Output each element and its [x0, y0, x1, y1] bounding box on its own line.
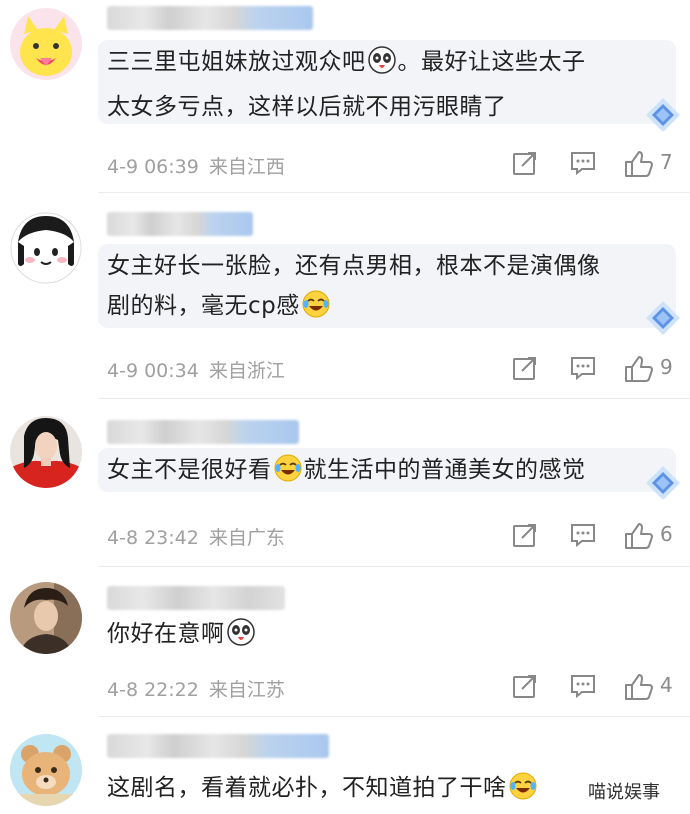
share-icon[interactable]: [512, 673, 538, 699]
diamond-badge-icon: [644, 464, 682, 506]
comment-text-line2: 太女多亏点，这样以后就不用污眼睛了: [107, 94, 507, 120]
diamond-badge-icon: [644, 299, 682, 341]
divider: [98, 192, 690, 193]
comment-location: 来自广东: [208, 527, 285, 549]
comment-date: 4-8 23:42: [107, 527, 199, 549]
like-count: 6: [660, 522, 673, 546]
comment-text-line2: 剧的料，毫无cp感: [107, 293, 300, 319]
comment-date: 4-9 06:39: [107, 156, 199, 178]
laugh-cry-emoji-icon: [274, 454, 302, 495]
comment-actions: 6: [508, 522, 684, 550]
reply-icon[interactable]: [570, 150, 596, 176]
comment-location: 来自江西: [208, 156, 285, 178]
username-blurred[interactable]: [107, 586, 285, 610]
username-blurred[interactable]: [107, 420, 299, 444]
like-icon[interactable]: [624, 522, 654, 550]
comment-date: 4-8 22:22: [107, 679, 199, 701]
like-count: 9: [660, 355, 673, 379]
like-icon[interactable]: [624, 673, 654, 701]
comment-text: 女主好长一张脸，还有点男相，根本不是演偶像 剧的料，毫无cp感: [107, 246, 601, 331]
laugh-cry-emoji-icon: [509, 772, 537, 813]
comment-location: 来自江苏: [208, 679, 285, 701]
divider: [98, 716, 690, 717]
avatar[interactable]: [10, 8, 82, 80]
like-icon[interactable]: [624, 355, 654, 383]
username-blurred[interactable]: [107, 212, 253, 236]
avatar[interactable]: [10, 582, 82, 654]
comment-text: 三三里屯姐妹放过观众吧 。最好让这些太子 太女多亏点，这样以后就不用污眼睛了: [107, 42, 586, 127]
panda-emoji-icon: [226, 618, 255, 659]
comment-text-line1: 女主好长一张脸，还有点男相，根本不是演偶像: [107, 253, 601, 279]
panda-emoji-icon: [367, 46, 396, 87]
avatar[interactable]: [10, 212, 82, 284]
share-icon[interactable]: [512, 522, 538, 548]
username-blurred[interactable]: [107, 6, 313, 30]
like-count: 4: [660, 673, 673, 697]
comment-meta: 4-9 00:34 来自浙江: [107, 356, 285, 383]
comment-text-line1: 这剧名，看着就必扑，不知道拍了干啥: [107, 775, 507, 801]
comment-text: 这剧名，看着就必扑，不知道拍了干啥: [107, 768, 539, 813]
like-icon[interactable]: [624, 150, 654, 178]
divider: [98, 566, 690, 567]
comment-actions: 7: [508, 150, 684, 178]
reply-icon[interactable]: [570, 673, 596, 699]
reply-icon[interactable]: [570, 522, 596, 548]
comment-location: 来自浙江: [208, 360, 285, 382]
comment-text-line1b: 。最好让这些太子: [397, 49, 586, 75]
like-count: 7: [660, 150, 673, 174]
diamond-badge-icon: [644, 96, 682, 138]
avatar[interactable]: [10, 734, 82, 806]
watermark: 喵说娱事: [588, 782, 660, 803]
reply-icon[interactable]: [570, 355, 596, 381]
comment-text-line1: 三三里屯姐妹放过观众吧: [107, 49, 366, 75]
comment-meta: 4-8 23:42 来自广东: [107, 523, 285, 550]
comment-date: 4-9 00:34: [107, 360, 199, 382]
comment-text-line1: 女主不是很好看: [107, 457, 272, 483]
comment-meta: 4-8 22:22 来自江苏: [107, 675, 285, 702]
share-icon[interactable]: [512, 355, 538, 381]
comment-text: 女主不是很好看 就生活中的普通美女的感觉: [107, 450, 586, 495]
divider: [98, 398, 690, 399]
avatar[interactable]: [10, 416, 82, 488]
comment-actions: 4: [508, 673, 684, 701]
comment-text: 你好在意啊: [107, 614, 257, 659]
comment-actions: 9: [508, 355, 684, 383]
laugh-cry-emoji-icon: [302, 290, 330, 331]
share-icon[interactable]: [512, 150, 538, 176]
comment-text-line1: 你好在意啊: [107, 621, 225, 647]
comment-text-line1b: 就生活中的普通美女的感觉: [303, 457, 586, 483]
comment-meta: 4-9 06:39 来自江西: [107, 152, 285, 179]
username-blurred[interactable]: [107, 734, 329, 758]
